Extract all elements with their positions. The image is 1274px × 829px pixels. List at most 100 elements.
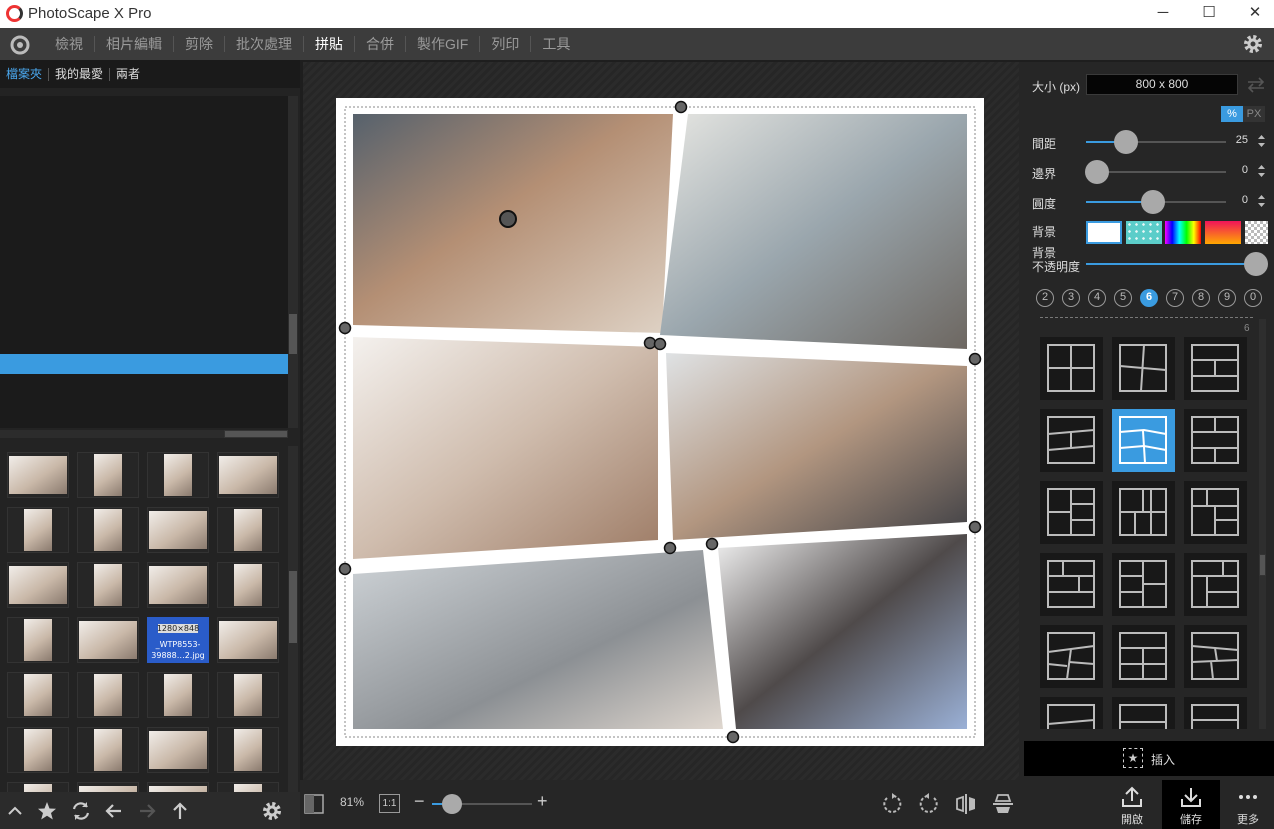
menu-cut-out[interactable]: 剪除 xyxy=(173,36,224,52)
photo-cell-6[interactable] xyxy=(718,534,967,729)
thumbnail-scrollbar[interactable] xyxy=(288,446,298,792)
up-folder-arrow-icon[interactable] xyxy=(169,800,191,822)
layout-template[interactable] xyxy=(1184,553,1247,616)
spacing-slider-knob[interactable] xyxy=(1114,130,1138,154)
photo-cell-2[interactable] xyxy=(660,114,967,349)
thumbnail[interactable] xyxy=(7,507,69,553)
template-scroll-thumb[interactable] xyxy=(1259,554,1266,576)
minimize-button[interactable]: ─ xyxy=(1140,0,1186,28)
home-icon[interactable] xyxy=(9,34,31,56)
selected-folder-row[interactable] xyxy=(0,354,288,374)
thumbnail[interactable] xyxy=(7,617,69,663)
thumbnail[interactable] xyxy=(77,507,139,553)
layout-template[interactable] xyxy=(1112,337,1175,400)
layout-template[interactable] xyxy=(1112,625,1175,688)
thumbnail[interactable] xyxy=(217,782,279,792)
layout-template[interactable] xyxy=(1184,481,1247,544)
background-toggle-icon[interactable] xyxy=(303,793,325,815)
layout-template[interactable] xyxy=(1040,337,1103,400)
settings-gear-icon[interactable] xyxy=(1242,33,1264,55)
thumbnail[interactable] xyxy=(77,452,139,498)
thumbnail[interactable] xyxy=(7,452,69,498)
save-button[interactable]: 儲存 xyxy=(1162,780,1220,829)
favorite-star-icon[interactable] xyxy=(36,800,58,822)
thumbnail[interactable] xyxy=(147,562,209,608)
background-gradient-swatch[interactable] xyxy=(1165,221,1201,244)
thumbnail[interactable] xyxy=(7,672,69,718)
tab-both[interactable]: 兩者 xyxy=(109,67,146,81)
actual-size-button[interactable]: 1:1 xyxy=(379,794,400,813)
background-white-swatch[interactable] xyxy=(1086,221,1122,244)
layout-template[interactable] xyxy=(1040,409,1103,472)
folder-tree-scroll-thumb[interactable] xyxy=(289,314,297,354)
flip-horizontal-icon[interactable] xyxy=(954,792,978,816)
count-8[interactable]: 8 xyxy=(1192,289,1210,307)
background-sunset-swatch[interactable] xyxy=(1205,221,1241,244)
thumbnail[interactable] xyxy=(217,507,279,553)
photo-pan-handle[interactable] xyxy=(499,210,517,228)
layout-template[interactable] xyxy=(1040,481,1103,544)
unit-px-button[interactable]: PX xyxy=(1243,106,1265,122)
border-value[interactable]: 0 xyxy=(1242,164,1248,176)
layout-template[interactable] xyxy=(1184,625,1247,688)
thumbnail[interactable] xyxy=(217,617,279,663)
menu-collage[interactable]: 拼貼 xyxy=(303,36,354,52)
menu-gif[interactable]: 製作GIF xyxy=(405,36,479,52)
rotate-left-icon[interactable] xyxy=(880,792,904,816)
opacity-slider[interactable] xyxy=(1086,252,1268,276)
layout-template[interactable] xyxy=(1184,337,1247,400)
layout-template[interactable] xyxy=(1184,697,1247,729)
spacing-value[interactable]: 25 xyxy=(1236,134,1248,146)
spacing-spinner-icon[interactable] xyxy=(1257,133,1266,149)
menu-combine[interactable]: 合併 xyxy=(354,36,405,52)
roundness-slider-knob[interactable] xyxy=(1141,190,1165,214)
count-7[interactable]: 7 xyxy=(1166,289,1184,307)
layout-template[interactable] xyxy=(1040,625,1103,688)
thumbnail[interactable] xyxy=(147,727,209,773)
thumbnail[interactable] xyxy=(7,782,69,792)
refresh-icon[interactable] xyxy=(70,800,92,822)
layout-template[interactable] xyxy=(1040,553,1103,616)
size-input[interactable]: 800 x 800 xyxy=(1086,74,1238,95)
thumbnail[interactable] xyxy=(217,727,279,773)
count-5[interactable]: 5 xyxy=(1114,289,1132,307)
hscroll-thumb[interactable] xyxy=(224,430,288,438)
divider-handle[interactable] xyxy=(674,100,688,114)
layout-template[interactable] xyxy=(1112,481,1175,544)
divider-handle[interactable] xyxy=(663,541,677,555)
opacity-slider-knob[interactable] xyxy=(1244,252,1268,276)
unit-percent-button[interactable]: % xyxy=(1221,106,1243,122)
layout-template[interactable] xyxy=(1112,697,1175,729)
divider-handle[interactable] xyxy=(338,321,352,335)
collapse-up-icon[interactable] xyxy=(4,800,26,822)
zoom-slider-knob[interactable] xyxy=(442,794,462,814)
unit-toggle[interactable]: % PX xyxy=(1221,106,1266,122)
thumbnail-scroll-thumb[interactable] xyxy=(289,571,297,643)
photo-cell-3[interactable] xyxy=(353,337,658,559)
roundness-value[interactable]: 0 xyxy=(1242,194,1248,206)
background-pattern-swatch[interactable] xyxy=(1126,221,1162,244)
flip-vertical-icon[interactable] xyxy=(991,792,1015,816)
background-transparent-swatch[interactable] xyxy=(1245,221,1268,244)
count-4[interactable]: 4 xyxy=(1088,289,1106,307)
thumbnail[interactable] xyxy=(147,507,209,553)
thumbnail[interactable] xyxy=(77,672,139,718)
more-button[interactable]: 更多 xyxy=(1219,780,1274,829)
zoom-out-button[interactable]: − xyxy=(414,791,425,812)
layout-template[interactable] xyxy=(1040,697,1103,729)
layout-template[interactable] xyxy=(1184,409,1247,472)
swap-size-icon[interactable] xyxy=(1245,76,1267,94)
border-slider[interactable] xyxy=(1085,160,1226,184)
thumbnail[interactable] xyxy=(77,782,139,792)
back-arrow-icon[interactable] xyxy=(103,800,125,822)
divider-handle[interactable] xyxy=(338,562,352,576)
roundness-spinner-icon[interactable] xyxy=(1257,193,1266,209)
border-spinner-icon[interactable] xyxy=(1257,163,1266,179)
photo-cell-4[interactable] xyxy=(666,353,967,540)
thumbnail-selected[interactable]: 1280×848 _WTP8553- 39888…2.jpg xyxy=(147,617,209,663)
folder-tree[interactable] xyxy=(0,96,288,428)
count-3[interactable]: 3 xyxy=(1062,289,1080,307)
photo-cell-5[interactable] xyxy=(353,550,723,729)
thumbnail[interactable] xyxy=(217,452,279,498)
count-0[interactable]: 0 xyxy=(1244,289,1262,307)
